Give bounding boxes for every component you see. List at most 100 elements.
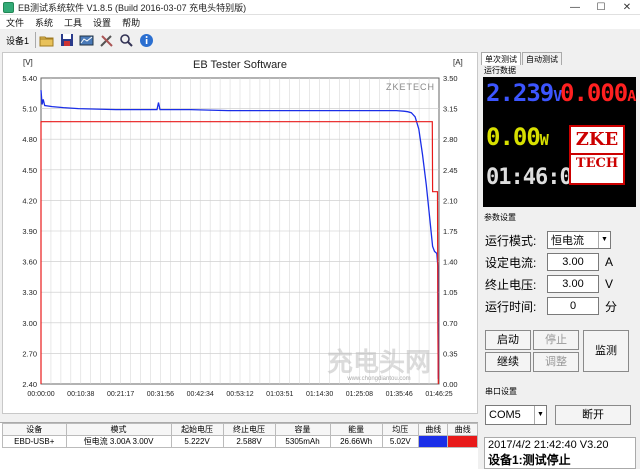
cutoff-input[interactable]: 3.00 [547, 275, 599, 293]
menu-help[interactable]: 帮助 [116, 15, 145, 29]
current-set-unit: A [605, 255, 614, 269]
disconnect-button[interactable]: 断开 [555, 405, 631, 425]
power-value: 0.00 [486, 123, 541, 151]
serial-label: 串口设置 [485, 387, 517, 396]
y-tick-label-left: 4.50 [22, 166, 37, 175]
readout-display: 2.239V 0.000A 0.00W 01:46:07 ZKE TECH [483, 77, 636, 207]
y-tick-label-left: 2.40 [22, 380, 37, 389]
y-tick-label-right: 0.35 [443, 349, 458, 358]
voltage-value: 2.239 [486, 79, 554, 107]
tab-auto-test[interactable]: 自动测试 [522, 52, 562, 65]
y-tick-label-left: 5.40 [22, 74, 37, 83]
cutoff-row: 终止电压: 3.00 V [485, 274, 613, 294]
start-button[interactable]: 启动 [485, 330, 531, 350]
toolbar-separator [35, 32, 37, 48]
menu-settings[interactable]: 设置 [87, 15, 116, 29]
cell-capacity: 5305mAh [274, 435, 331, 448]
stop-button[interactable]: 停止 [533, 330, 579, 350]
col-end-voltage: 终止电压 [222, 423, 276, 436]
control-buttons: 启动 停止 继续 调整 监测 [485, 330, 635, 375]
adjust-button[interactable]: 调整 [533, 352, 579, 372]
tab-single-test[interactable]: 单次测试 [481, 52, 521, 65]
save-icon[interactable] [58, 32, 75, 49]
runtime-row: 运行时间: 0 分 [485, 296, 617, 316]
x-tick-label: 00:10:38 [67, 391, 94, 398]
y-tick-label-right: 2.80 [443, 135, 458, 144]
y-tick-label-right: 0.70 [443, 319, 458, 328]
chevron-down-icon: ▼ [534, 406, 546, 424]
result-table: 设备 模式 起始电压 终止电压 容量 能量 均压 曲线 曲线 EBD-USB+ … [0, 422, 478, 469]
y-tick-label-right: 0.00 [443, 380, 458, 389]
runtime-label: 运行时间: [485, 299, 537, 314]
logo-bottom-text: TECH [571, 153, 623, 173]
mode-select[interactable]: 恒电流 ▼ [547, 231, 611, 249]
port-value: COM5 [489, 409, 521, 421]
y-tick-label-left: 4.20 [22, 196, 37, 205]
monitor-button[interactable]: 监测 [583, 330, 629, 372]
status-time: 2017/4/2 21:42:40 V3.20 [488, 439, 609, 451]
menu-tools[interactable]: 工具 [58, 15, 87, 29]
col-avg-voltage: 均压 [381, 423, 419, 436]
cell-energy: 26.66Wh [329, 435, 383, 448]
current-value: 0.000 [560, 79, 628, 107]
col-curve-1: 曲线 [417, 423, 449, 436]
continue-button[interactable]: 继续 [485, 352, 531, 372]
zketech-logo: ZKE TECH [569, 125, 625, 185]
table-header-row: 设备 模式 起始电压 终止电压 容量 能量 均压 曲线 曲线 [2, 423, 478, 436]
right-panel: 单次测试 自动测试 运行数据 2.239V 0.000A 0.00W 01:46… [481, 52, 638, 469]
maximize-button[interactable]: ☐ [588, 0, 614, 15]
y-tick-label-right: 2.45 [443, 166, 458, 175]
col-energy: 能量 [329, 423, 383, 436]
power-unit: W [539, 131, 549, 149]
curve-color-voltage[interactable] [417, 435, 449, 448]
open-folder-icon[interactable] [38, 32, 55, 49]
port-select[interactable]: COM5 ▼ [485, 405, 547, 425]
col-start-voltage: 起始电压 [170, 423, 224, 436]
x-tick-label: 01:25:08 [346, 391, 373, 398]
x-tick-label: 00:31:56 [147, 391, 174, 398]
tools-icon[interactable] [98, 32, 115, 49]
col-device: 设备 [2, 423, 67, 436]
window-title: EB测试系统软件 V1.8.5 (Build 2016-03-07 充电头特别版… [18, 2, 247, 13]
minimize-button[interactable]: — [562, 0, 588, 15]
table-row[interactable]: EBD-USB+ 恒电流 3.00A 3.00V 5.222V 2.588V 5… [2, 435, 478, 448]
current-set-label: 设定电流: [485, 255, 537, 270]
toolbar: 设备1 [0, 29, 480, 51]
current-set-row: 设定电流: 3.00 A [485, 252, 613, 272]
info-icon[interactable] [138, 32, 155, 49]
menu-system[interactable]: 系统 [29, 15, 58, 29]
x-tick-label: 01:35:46 [386, 391, 413, 398]
y-tick-label-right: 2.10 [443, 196, 458, 205]
y-tick-label-right: 3.15 [443, 105, 458, 114]
title-bar: EB测试系统软件 V1.8.5 (Build 2016-03-07 充电头特别版… [0, 0, 640, 15]
logo-top-text: ZKE [575, 129, 619, 150]
test-tabs: 单次测试 自动测试 [481, 52, 638, 65]
y-tick-label-left: 3.00 [22, 319, 37, 328]
cutoff-label: 终止电压: [485, 277, 537, 292]
status-box: 2017/4/2 21:42:40 V3.20 设备1:测试停止 [484, 437, 636, 469]
x-tick-label: 01:03:51 [266, 391, 293, 398]
y-tick-label-left: 3.60 [22, 258, 37, 267]
current-set-input[interactable]: 3.00 [547, 253, 599, 271]
runtime-input[interactable]: 0 [547, 297, 599, 315]
search-icon[interactable] [118, 32, 135, 49]
runtime-unit: 分 [605, 299, 618, 314]
y-tick-label-left: 3.30 [22, 288, 37, 297]
y-tick-label-left: 5.10 [22, 105, 37, 114]
current-readout: 0.000A [560, 79, 636, 107]
mode-value: 恒电流 [551, 235, 584, 247]
curve-color-current[interactable] [447, 435, 478, 448]
close-button[interactable]: ✕ [614, 0, 640, 15]
window-controls: — ☐ ✕ [562, 0, 640, 15]
col-mode: 模式 [65, 423, 172, 436]
menu-file[interactable]: 文件 [0, 15, 29, 29]
x-tick-label: 00:42:34 [187, 391, 214, 398]
chart-icon[interactable] [78, 32, 95, 49]
col-curve-2: 曲线 [447, 423, 478, 436]
x-tick-label: 01:14:30 [306, 391, 333, 398]
cell-device: EBD-USB+ [2, 435, 67, 448]
x-tick-label: 00:53:12 [226, 391, 253, 398]
device-label: 设备1 [6, 35, 30, 46]
menu-bar: 文件 系统 工具 设置 帮助 [0, 15, 640, 29]
power-readout: 0.00W [486, 123, 549, 151]
